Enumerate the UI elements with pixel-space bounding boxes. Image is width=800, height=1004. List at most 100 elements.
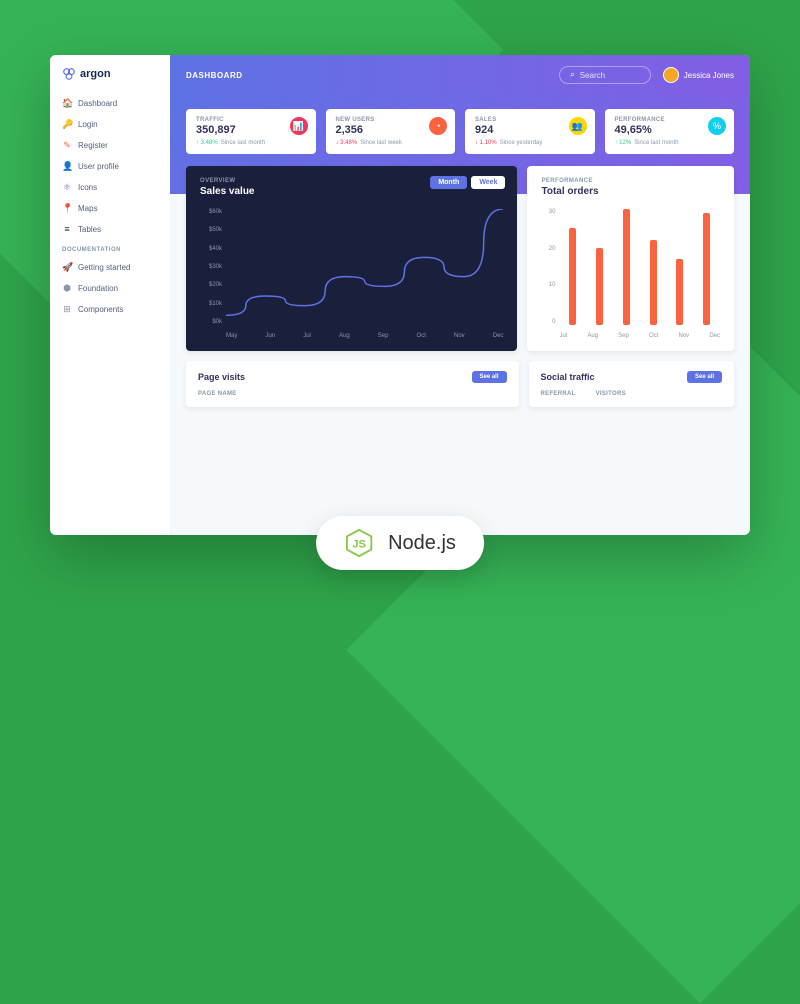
sidebar-item-user-profile[interactable]: 👤 User profile (50, 156, 170, 177)
stat-label: TRAFFIC (196, 117, 306, 123)
x-tick: Nov (454, 333, 465, 339)
bar (623, 209, 630, 325)
y-tick: $40k (200, 246, 222, 252)
stat-label: SALES (475, 117, 585, 123)
sidebar-item-components[interactable]: ⊞ Components (50, 299, 170, 320)
tech-badge: JS Node.js (316, 516, 484, 570)
y-tick: $10k (200, 301, 222, 307)
nav-icon: 🏠 (62, 98, 72, 109)
nav-label: Tables (78, 225, 101, 234)
y-tick: $0k (200, 319, 222, 325)
x-tick: Oct (417, 333, 426, 339)
nav-label: Dashboard (78, 99, 117, 108)
x-tick: May (226, 333, 237, 339)
topbar: DASHBOARD ⌕ Jessica Jones (170, 55, 750, 95)
page-visits-see-all[interactable]: See all (472, 371, 507, 383)
nav-label: Maps (78, 204, 98, 213)
orders-bar-chart: 3020100 JulAugSepOctNovDec (541, 209, 720, 339)
nav-icon: 👤 (62, 161, 72, 172)
col-referral: REFERRAL (541, 391, 576, 397)
stat-traffic: TRAFFIC 350,897 ↑ 3.48%Since last month … (186, 109, 316, 154)
sidebar-item-getting-started[interactable]: 🚀Getting started (50, 257, 170, 278)
search-input[interactable] (580, 71, 640, 80)
bar (703, 213, 710, 325)
nav-icon: ⬢ (62, 283, 72, 294)
brand-text: argon (80, 68, 111, 80)
sales-line-chart: $60k$50k$40k$30k$20k$10k$0k MayJunJulAug… (200, 209, 503, 339)
tab-week[interactable]: Week (471, 176, 505, 189)
y-tick: $30k (200, 264, 222, 270)
badge-label: Node.js (388, 532, 456, 555)
total-orders-card: PERFORMANCE Total orders 3020100 JulAugS… (527, 166, 734, 351)
stat-icon: ◔ (429, 117, 447, 135)
nav-label: User profile (78, 162, 119, 171)
x-tick: Jun (265, 333, 275, 339)
search-icon: ⌕ (570, 70, 574, 80)
nav-icon: ⊞ (62, 304, 72, 315)
bar (596, 248, 603, 325)
nav-label: Icons (78, 183, 97, 192)
stat-change: ↓ 1.10%Since yesterday (475, 140, 585, 146)
stat-performance: PERFORMANCE 49,65% ↑ 12%Since last month… (605, 109, 735, 154)
sidebar-item-dashboard[interactable]: 🏠 Dashboard (50, 93, 170, 114)
user-menu[interactable]: Jessica Jones (663, 67, 734, 83)
sales-value-card: OVERVIEW Sales value Month Week $60k$50k… (186, 166, 517, 351)
user-name: Jessica Jones (684, 71, 734, 80)
nav-icon: 🚀 (62, 262, 72, 273)
sidebar-item-register[interactable]: ✎Register (50, 135, 170, 156)
sidebar-item-login[interactable]: 🔑 Login (50, 114, 170, 135)
nav-icon: 📍 (62, 203, 72, 214)
stat-sales: SALES 924 ↓ 1.10%Since yesterday 👥 (465, 109, 595, 154)
page-visits-title: Page visits (198, 372, 245, 382)
stat-icon: % (708, 117, 726, 135)
x-tick: Aug (587, 333, 598, 339)
nav-label: Register (78, 141, 108, 150)
col-visitors: VISITORS (596, 391, 626, 397)
sidebar: argon 🏠 Dashboard 🔑 Login ✎Register 👤 User pro… (50, 55, 170, 535)
page-visits-card: Page visits See all PAGE NAME (186, 361, 519, 407)
x-tick: Aug (339, 333, 350, 339)
orders-overline: PERFORMANCE (541, 178, 720, 184)
social-traffic-see-all[interactable]: See all (687, 371, 722, 383)
nav-label: Components (78, 305, 123, 314)
social-traffic-title: Social traffic (541, 372, 595, 382)
sidebar-item-foundation[interactable]: ⬢ Foundation (50, 278, 170, 299)
nodejs-icon: JS (344, 528, 374, 558)
svg-text:JS: JS (352, 539, 366, 551)
main: DASHBOARD ⌕ Jessica Jones TRAFFIC 350,89… (170, 55, 750, 535)
y-tick: 30 (541, 209, 555, 215)
y-tick: 10 (541, 282, 555, 288)
sidebar-item-maps[interactable]: 📍 Maps (50, 198, 170, 219)
y-tick: $50k (200, 227, 222, 233)
argon-logo-icon (62, 67, 76, 81)
nav-icon: ⚛ (62, 182, 72, 193)
stat-icon: 📊 (290, 117, 308, 135)
nav-label: Login (78, 120, 98, 129)
stat-new-users: NEW USERS 2,356 ↓ 3.48%Since last week ◔ (326, 109, 456, 154)
social-traffic-card: Social traffic See all REFERRAL VISITORS (529, 361, 734, 407)
x-tick: Dec (493, 333, 504, 339)
bar (676, 259, 683, 325)
nav-label: Foundation (78, 284, 118, 293)
tab-month[interactable]: Month (430, 176, 467, 189)
brand[interactable]: argon (50, 67, 170, 93)
y-tick: $60k (200, 209, 222, 215)
stat-change: ↑ 3.48%Since last month (196, 140, 306, 146)
stat-change: ↓ 3.48%Since last week (336, 140, 446, 146)
nav-icon: ≡ (62, 224, 72, 234)
docs-header: DOCUMENTATION (50, 239, 170, 257)
bar (650, 240, 657, 325)
avatar (663, 67, 679, 83)
stat-icon: 👥 (569, 117, 587, 135)
bar (569, 228, 576, 325)
nav-icon: 🔑 (62, 119, 72, 130)
x-tick: Jul (303, 333, 311, 339)
orders-title: Total orders (541, 186, 720, 197)
x-tick: Nov (679, 333, 690, 339)
sidebar-item-tables[interactable]: ≡ Tables (50, 219, 170, 239)
sidebar-item-icons[interactable]: ⚛ Icons (50, 177, 170, 198)
search-box[interactable]: ⌕ (559, 66, 650, 84)
y-tick: 20 (541, 246, 555, 252)
col-page-name: PAGE NAME (198, 391, 237, 397)
page-title: DASHBOARD (186, 71, 243, 80)
